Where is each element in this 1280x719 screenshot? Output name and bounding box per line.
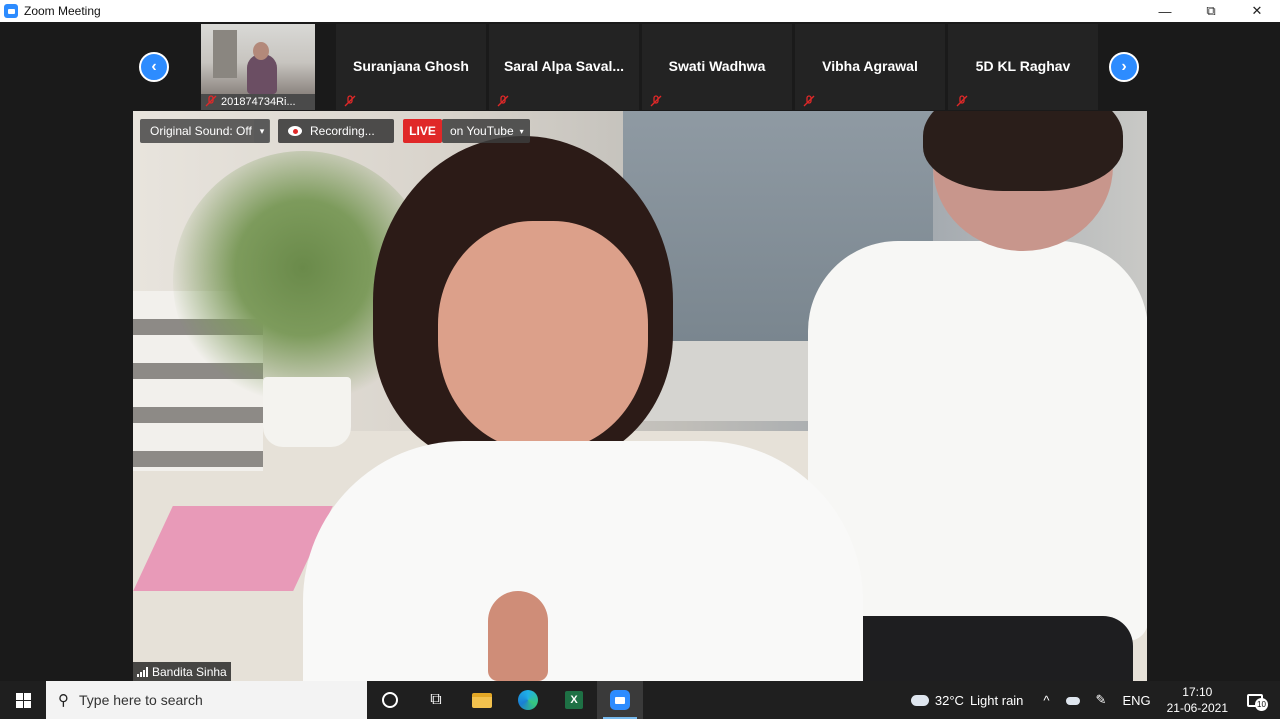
edge-icon	[518, 690, 538, 710]
weather-temperature: 32°C	[934, 692, 964, 708]
participant-tile[interactable]: Swati Wadhwa	[642, 24, 792, 110]
participant-tile[interactable]: Saral Alpa Saval...	[489, 24, 639, 110]
search-placeholder: Type here to search	[79, 692, 203, 708]
clock[interactable]: 17:10 21-06-2021	[1167, 684, 1228, 716]
muted-mic-icon	[497, 95, 509, 107]
recording-label: Recording...	[310, 124, 375, 138]
folder-icon	[472, 692, 492, 708]
cortana-button[interactable]	[367, 681, 413, 719]
zoom-app-icon	[4, 4, 18, 18]
muted-mic-icon	[956, 95, 968, 107]
language-indicator[interactable]: ENG	[1122, 693, 1150, 708]
cortana-icon	[382, 692, 398, 708]
original-sound-dropdown[interactable]: ▾	[254, 119, 270, 143]
participant-name: 201874734Ri...	[221, 96, 296, 108]
participant-video-thumbnail	[201, 24, 315, 94]
participant-name: Vibha Agrawal	[822, 58, 918, 74]
original-sound-label: Original Sound: Off	[150, 124, 252, 138]
muted-mic-icon	[344, 95, 356, 107]
show-hidden-icons-button[interactable]: ^	[1043, 693, 1049, 708]
participant-tile[interactable]: Vibha Agrawal	[795, 24, 945, 110]
taskbar-search-box[interactable]: ⚲ Type here to search	[46, 681, 367, 719]
chevron-down-icon: ▾	[519, 126, 524, 136]
notification-count: 10	[1255, 698, 1268, 711]
file-explorer-button[interactable]	[459, 681, 505, 719]
next-page-button[interactable]: ›	[1109, 52, 1139, 82]
start-button[interactable]	[0, 681, 46, 719]
muted-mic-icon	[650, 95, 662, 107]
system-tray: 32°C Light rain ^ ✎ ENG 17:10 21-06-2021…	[910, 681, 1280, 719]
record-icon	[288, 126, 302, 136]
close-button[interactable]: ✕	[1234, 0, 1280, 22]
rain-cloud-icon	[910, 694, 929, 706]
signal-strength-icon	[137, 666, 148, 677]
clock-date: 21-06-2021	[1166, 701, 1228, 715]
muted-mic-icon	[205, 95, 217, 107]
pen-icon[interactable]: ✎	[1096, 692, 1107, 708]
window-title: Zoom Meeting	[24, 4, 101, 18]
excel-button[interactable]: X	[551, 681, 597, 719]
task-view-button[interactable]: ⧉	[413, 681, 459, 719]
live-stream-dropdown[interactable]: on YouTube ▾	[442, 119, 530, 143]
participant-strip: ‹ 201874734Ri... Suranjana Ghosh Saral A…	[0, 22, 1280, 111]
windows-logo-icon	[15, 692, 31, 708]
active-speaker-label: Bandita Sinha	[133, 662, 231, 681]
participant-name: Swati Wadhwa	[668, 58, 766, 74]
participant-tile[interactable]: Suranjana Ghosh	[336, 24, 486, 110]
active-speaker-video[interactable]: Original Sound: Off ▾ Recording... LIVE …	[133, 111, 1147, 681]
live-badge: LIVE	[403, 119, 442, 143]
weather-condition: Light rain	[969, 692, 1024, 708]
windows-taskbar: ⚲ Type here to search ⧉ X 32°C Light rai…	[0, 681, 1280, 719]
live-target-label: on YouTube	[450, 124, 514, 138]
minimize-button[interactable]: —	[1142, 0, 1188, 22]
window-controls: — ⧉ ✕	[1142, 0, 1280, 22]
search-icon: ⚲	[58, 692, 69, 709]
participant-name: 5D KL Raghav	[975, 58, 1071, 74]
participant-name: Suranjana Ghosh	[353, 58, 469, 74]
clock-time: 17:10	[1182, 685, 1213, 699]
restore-button[interactable]: ⧉	[1188, 0, 1234, 22]
recording-indicator[interactable]: Recording...	[278, 119, 394, 143]
weather-widget[interactable]: 32°C Light rain	[910, 692, 1024, 708]
active-speaker-name: Bandita Sinha	[152, 664, 227, 679]
excel-icon: X	[565, 691, 583, 709]
edge-button[interactable]	[505, 681, 551, 719]
participant-video-tile[interactable]: 201874734Ri...	[201, 24, 315, 110]
action-center-button[interactable]: 10	[1242, 689, 1268, 711]
muted-mic-icon	[803, 95, 815, 107]
zoom-icon	[610, 690, 630, 710]
original-sound-button[interactable]: Original Sound: Off	[140, 119, 269, 143]
participant-name: Saral Alpa Saval...	[503, 58, 625, 74]
title-bar: Zoom Meeting — ⧉ ✕	[0, 0, 1280, 22]
onedrive-icon[interactable]	[1065, 693, 1080, 708]
previous-page-button[interactable]: ‹	[139, 52, 169, 82]
zoom-taskbar-button[interactable]	[597, 681, 643, 719]
participant-tile[interactable]: 5D KL Raghav	[948, 24, 1098, 110]
